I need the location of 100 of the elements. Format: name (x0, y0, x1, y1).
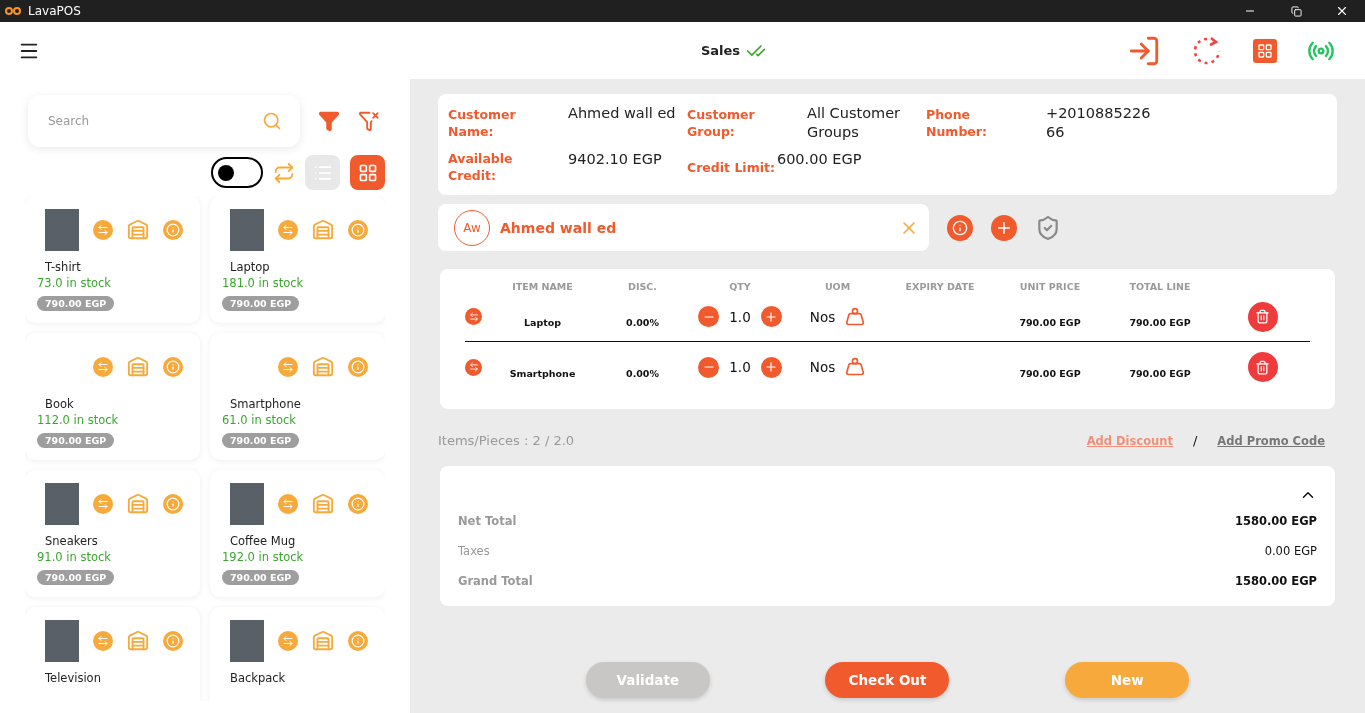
summary-label: Taxes (458, 544, 490, 558)
discount-cell-text: 0.00% (625, 367, 660, 379)
info-label: Customer Group: (687, 106, 756, 140)
info-icon[interactable] (947, 214, 973, 241)
warehouse-icon[interactable] (312, 219, 334, 241)
weight-icon[interactable] (845, 306, 866, 327)
minus-icon[interactable] (698, 356, 720, 378)
warehouse-icon[interactable] (127, 219, 149, 241)
weight-icon[interactable] (845, 357, 866, 377)
logo-icon (4, 6, 22, 16)
info-icon[interactable] (163, 220, 183, 240)
warehouse-icon[interactable] (312, 493, 334, 515)
info-icon[interactable] (348, 631, 368, 651)
stock-text: 112.0 in stock (37, 413, 120, 427)
toggle-switch[interactable] (211, 157, 263, 188)
page-title: Sales (700, 43, 741, 58)
minus-icon[interactable] (698, 306, 720, 327)
items-count: Items/Pieces : 2 / 2.0 (438, 433, 576, 448)
grid-icon (357, 162, 378, 183)
search-field[interactable]: Search (28, 95, 262, 147)
product-card[interactable]: Laptop 181.0 in stock 790.00 EGP (210, 196, 385, 323)
swap-icon[interactable] (273, 161, 295, 184)
warehouse-icon[interactable] (127, 356, 149, 378)
column-header: QTY (728, 281, 752, 292)
swap-icon[interactable] (278, 494, 298, 514)
info-icon[interactable] (163, 357, 183, 377)
stock-text: 61.0 in stock (222, 413, 297, 427)
swap-icon[interactable] (278, 357, 298, 377)
warehouse-icon[interactable] (312, 630, 334, 652)
swap-icon[interactable] (278, 631, 298, 651)
shield-check-icon[interactable] (1035, 214, 1061, 241)
product-card[interactable]: Sneakers 91.0 in stock 790.00 EGP (25, 470, 200, 597)
restore-icon[interactable] (1290, 5, 1302, 17)
separator-text: / (1192, 433, 1198, 448)
grid-view-button[interactable] (350, 155, 385, 190)
summary-value: 1580.00 EGP (1234, 514, 1317, 528)
add-promo-code-link[interactable]: Add Promo Code (1217, 433, 1325, 448)
window-title: LavaPOS (28, 4, 82, 18)
trash-icon[interactable] (1247, 301, 1278, 332)
product-name: Television (45, 671, 102, 685)
product-name: Backpack (230, 671, 287, 685)
plus-icon[interactable] (760, 356, 782, 378)
column-header: UOM (823, 281, 852, 292)
swap-icon[interactable] (278, 220, 298, 240)
column-header: ITEM NAME (511, 281, 574, 292)
column-header: UNIT PRICE (1018, 281, 1082, 292)
close-icon[interactable] (1335, 4, 1349, 18)
grid-icon[interactable] (1253, 38, 1277, 63)
quantity-cell: 1.0 (729, 308, 751, 325)
info-label: Available Credit: (448, 150, 514, 184)
clear-filter-icon[interactable] (358, 110, 380, 132)
item-name: Smartphone (508, 367, 577, 379)
info-icon[interactable] (163, 494, 183, 514)
info-icon[interactable] (348, 494, 368, 514)
customer-name: Ahmed wall ed (500, 219, 618, 236)
product-card[interactable]: Smartphone 61.0 in stock 790.00 EGP (210, 333, 385, 460)
total-cell-text: 790.00 EGP (1128, 367, 1192, 379)
info-label: Customer Name: (448, 106, 517, 140)
stock-text: 73.0 in stock (37, 276, 112, 290)
info-value: 600.00 EGP (776, 150, 862, 169)
product-name: Coffee Mug (230, 534, 297, 548)
swap-icon[interactable] (93, 357, 113, 377)
warehouse-icon[interactable] (312, 356, 334, 378)
unit-price-cell-text: 790.00 EGP (1018, 317, 1082, 328)
swap-icon[interactable] (93, 220, 113, 240)
product-card[interactable]: Coffee Mug 192.0 in stock 790.00 EGP (210, 470, 385, 597)
total-cell-text: 790.00 EGP (1128, 317, 1192, 328)
swap-icon[interactable] (93, 494, 113, 514)
price-badge: 790.00 EGP (37, 296, 115, 311)
info-icon[interactable] (348, 357, 368, 377)
info-value: All Customer Groups (807, 104, 902, 142)
product-name: T-shirt (45, 260, 82, 274)
unit-price-cell-text: 790.00 EGP (1018, 367, 1082, 379)
swap-icon[interactable] (465, 358, 482, 376)
summary-label: Grand Total (458, 574, 533, 588)
warehouse-icon[interactable] (127, 630, 149, 652)
warehouse-icon[interactable] (127, 493, 149, 515)
product-card[interactable]: Book 112.0 in stock 790.00 EGP (25, 333, 200, 460)
product-name: Book (45, 397, 75, 411)
swap-icon[interactable] (465, 308, 482, 325)
item-name: Laptop (522, 317, 563, 328)
discount-cell-text: 0.00% (625, 317, 660, 328)
trash-icon[interactable] (1247, 352, 1278, 382)
product-card[interactable]: Television (25, 607, 200, 701)
product-card[interactable]: T-shirt 73.0 in stock 790.00 EGP (25, 196, 200, 323)
info-icon[interactable] (163, 631, 183, 651)
summary-value: 0.00 EGP (1264, 544, 1317, 558)
summary-label: Net Total (458, 514, 517, 528)
plus-icon[interactable] (760, 306, 782, 327)
swap-icon[interactable] (93, 631, 113, 651)
info-icon[interactable] (348, 220, 368, 240)
add-icon[interactable] (991, 214, 1017, 241)
summary-value: 1580.00 EGP (1234, 574, 1317, 588)
info-value: Ahmed wall ed (568, 104, 676, 123)
stock-text: 91.0 in stock (37, 550, 112, 564)
quantity-cell: 1.0 (729, 359, 751, 375)
column-header: EXPIRY DATE (904, 281, 976, 292)
product-card[interactable]: Backpack (210, 607, 385, 701)
filter-icon[interactable] (318, 110, 340, 132)
stock-text: 181.0 in stock (222, 276, 305, 290)
